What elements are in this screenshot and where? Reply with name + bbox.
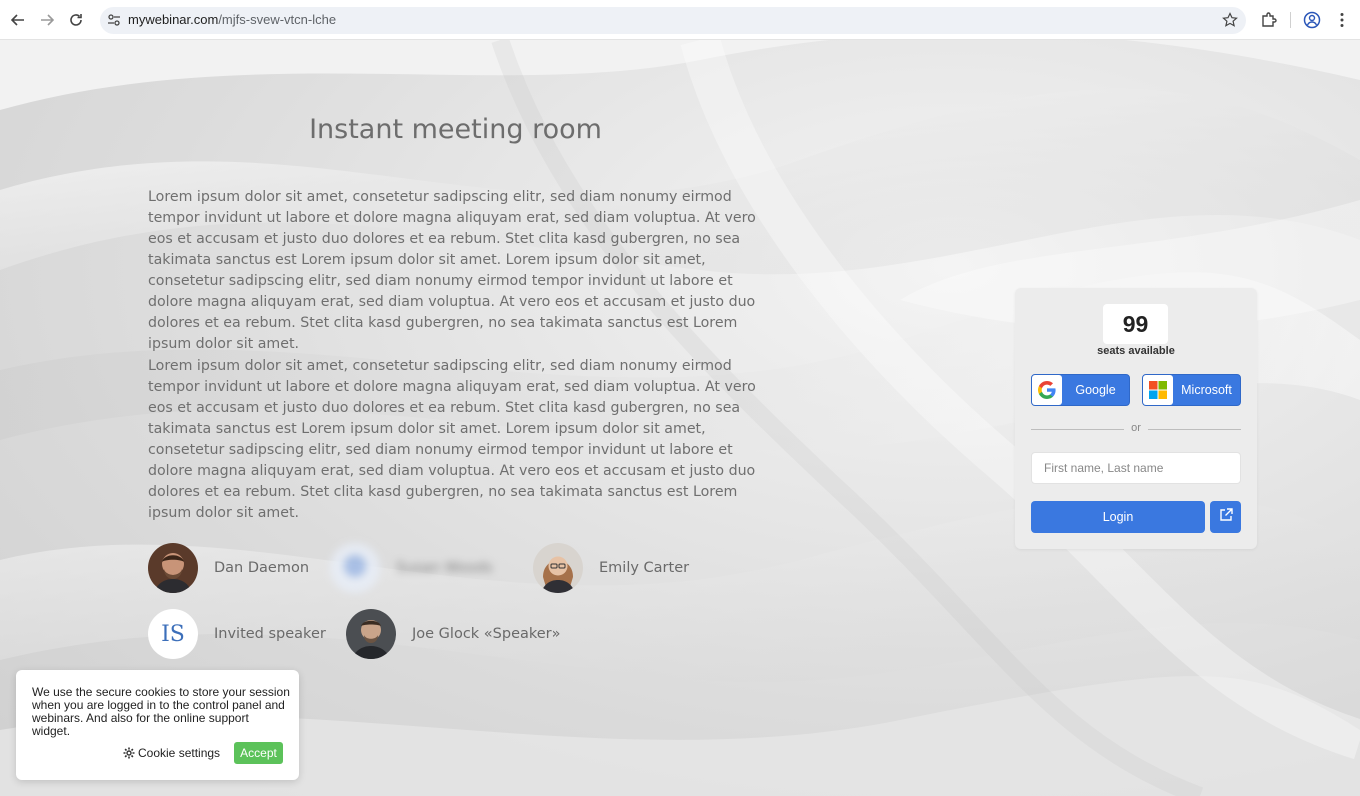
speaker-item: IS Invited speaker [148, 609, 326, 659]
extensions-icon[interactable] [1260, 11, 1278, 29]
login-button[interactable]: Login [1031, 501, 1205, 533]
seats-count: 99 [1103, 304, 1168, 344]
browser-toolbar: mywebinar.com/mjfs-svew-vtcn-lche [0, 0, 1360, 40]
google-login-button[interactable]: Google [1031, 374, 1130, 406]
speaker-name: Susan Woods [396, 560, 493, 576]
page-title: Instant meeting room [309, 114, 602, 145]
profile-icon[interactable] [1303, 11, 1321, 29]
external-link-icon [1218, 507, 1234, 527]
url-host: mywebinar.com [128, 12, 219, 27]
description-paragraph: Lorem ipsum dolor sit amet, consetetur s… [148, 189, 756, 352]
divider-line [1148, 429, 1241, 430]
description-paragraph: Lorem ipsum dolor sit amet, consetetur s… [148, 358, 756, 521]
seats-label: seats available [1097, 345, 1175, 357]
reload-icon[interactable] [66, 10, 86, 30]
speaker-name: Joe Glock «Speaker» [412, 626, 561, 642]
cookie-banner: We use the secure cookies to store your … [16, 670, 299, 780]
avatar [148, 543, 198, 593]
login-card: 99 seats available Google Microsoft or F… [1015, 288, 1257, 549]
speaker-item: Dan Daemon [148, 543, 309, 593]
url-path: /mjfs-svew-vtcn-lche [218, 12, 337, 27]
speaker-name: Emily Carter [599, 560, 690, 576]
google-logo-icon [1032, 375, 1062, 405]
gear-icon [123, 747, 135, 759]
bookmark-star-icon[interactable] [1222, 12, 1238, 28]
google-login-label: Google [1075, 383, 1116, 397]
or-label: or [1131, 422, 1141, 434]
speaker-name: Invited speaker [214, 626, 326, 642]
address-bar[interactable]: mywebinar.com/mjfs-svew-vtcn-lche [100, 7, 1246, 34]
cookie-settings-link[interactable]: Cookie settings [123, 746, 220, 760]
speaker-item: Joe Glock «Speaker» [346, 609, 561, 659]
site-settings-icon[interactable] [106, 12, 122, 28]
back-arrow-icon[interactable] [8, 10, 28, 30]
open-external-button[interactable] [1210, 501, 1241, 533]
toolbar-separator [1290, 12, 1291, 28]
forward-arrow-icon[interactable] [37, 10, 57, 30]
microsoft-login-label: Microsoft [1181, 383, 1232, 397]
avatar [346, 609, 396, 659]
menu-kebab-icon[interactable] [1333, 11, 1351, 29]
avatar [533, 543, 583, 593]
speaker-item: Emily Carter [533, 543, 689, 593]
name-input[interactable] [1031, 452, 1241, 484]
or-divider: or [1031, 422, 1241, 436]
avatar [330, 543, 380, 593]
url-text: mywebinar.com/mjfs-svew-vtcn-lche [128, 12, 336, 27]
microsoft-login-button[interactable]: Microsoft [1142, 374, 1241, 406]
speaker-name: Dan Daemon [214, 560, 310, 576]
microsoft-logo-icon [1143, 375, 1173, 405]
speaker-item: Susan Woods [330, 543, 493, 593]
cookie-text: We use the secure cookies to store your … [32, 685, 290, 738]
accept-cookies-button[interactable]: Accept [234, 742, 283, 764]
cookie-settings-label: Cookie settings [138, 746, 221, 760]
avatar-initials: IS [148, 609, 198, 659]
